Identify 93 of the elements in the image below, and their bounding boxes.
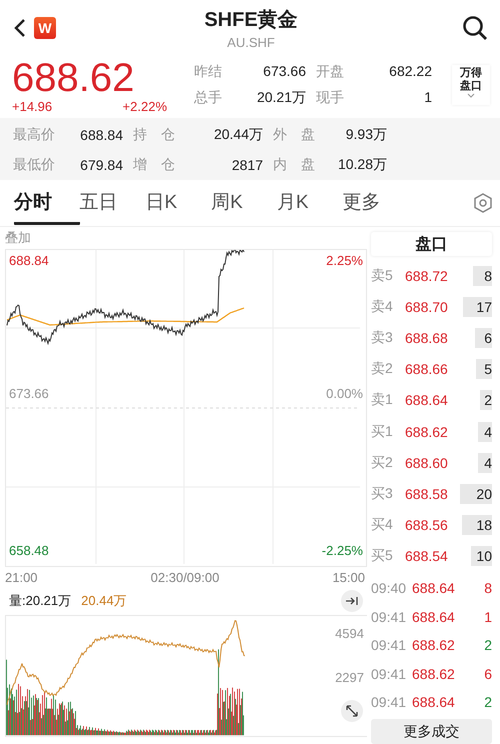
level-label: 买3 (371, 484, 394, 503)
last-price: 688.62 (12, 56, 136, 98)
axis-label: 673.66 (9, 386, 49, 401)
chart-tab[interactable]: 月K (276, 181, 343, 225)
level-price: 688.54 (405, 548, 449, 564)
volume-label: 量:20.21万 (9, 592, 72, 610)
order-panel-button[interactable]: 万得 盘口 (452, 65, 490, 105)
field-label: 现手 (316, 89, 345, 107)
level-label: 卖1 (371, 391, 394, 410)
level-volume: 10 (471, 546, 492, 566)
stat-label: 内 盘 (273, 156, 316, 174)
level-label: 买1 (371, 422, 394, 441)
price-change: +14.96 (12, 98, 52, 114)
page-title: SHFE黄金 (204, 8, 298, 33)
level-price: 688.60 (405, 454, 449, 471)
chart-tab[interactable]: 分时 (14, 181, 80, 225)
level-price: 688.68 (405, 330, 449, 346)
level-label: 买4 (371, 516, 394, 534)
field-value: 673.66 (262, 63, 306, 81)
trade-volume: 2 (483, 637, 492, 654)
level-price: 688.72 (405, 268, 449, 284)
stat-value: 10.28万 (336, 156, 387, 174)
chart-tab[interactable]: 周K (211, 181, 277, 225)
level-price: 688.64 (405, 392, 449, 408)
symbol-code: AU.SHF (227, 35, 275, 50)
level-volume: 4 (478, 452, 492, 473)
level-volume: 17 (463, 296, 492, 317)
level-label: 卖4 (371, 298, 394, 316)
level-volume: 5 (476, 359, 492, 380)
app-logo: W (34, 17, 56, 39)
change-percent: +2.22% (122, 98, 167, 114)
time-label: 21:00 (5, 570, 38, 584)
level-volume: 8 (473, 266, 492, 286)
chart-tab[interactable]: 五日 (80, 181, 146, 225)
trade-price: 688.64 (411, 694, 456, 710)
level-price: 688.70 (405, 298, 449, 315)
axis-label: 2.25% (326, 253, 363, 268)
field-label: 开盘 (316, 63, 345, 81)
chart-tab[interactable]: 日K (145, 181, 212, 225)
level-volume: 18 (462, 515, 492, 536)
more-trades-button[interactable]: 更多成交 (371, 719, 492, 744)
axis-label: 688.84 (9, 253, 49, 268)
field-value: 1 (423, 89, 432, 107)
level-price: 688.58 (405, 486, 449, 502)
trade-volume: 2 (483, 694, 492, 710)
trade-price: 688.62 (411, 637, 456, 654)
trade-time: 09:41 (371, 637, 408, 654)
stat-label: 持 仓 (133, 126, 176, 144)
stat-label: 增 仓 (133, 156, 176, 174)
trade-time: 09:41 (371, 666, 408, 682)
stat-label: 外 盘 (273, 126, 316, 144)
level-price: 688.66 (405, 361, 449, 378)
level-volume: 2 (480, 390, 492, 410)
field-value: 20.21万 (256, 89, 306, 107)
trade-price: 688.62 (411, 666, 456, 682)
stat-value: 20.44万 (212, 126, 263, 144)
axis-label: 0.00% (326, 386, 363, 401)
trade-time: 09:40 (371, 580, 408, 596)
order-book-tab[interactable]: 盘口 (371, 232, 492, 256)
stat-label: 最高价 (13, 126, 56, 144)
level-label: 卖5 (371, 266, 394, 285)
level-volume: 20 (460, 484, 492, 504)
time-label: 15:00 (332, 570, 365, 584)
stat-value: 2817 (230, 157, 263, 173)
axis-label: -2.25% (322, 543, 363, 558)
trade-volume: 1 (483, 608, 492, 625)
stat-value: 679.84 (79, 157, 123, 173)
level-label: 卖2 (371, 360, 394, 378)
stat-value: 9.93万 (344, 126, 387, 144)
trade-volume: 8 (483, 580, 492, 596)
open-interest-label: 20.44万 (81, 592, 127, 610)
level-price: 688.62 (405, 424, 449, 440)
trade-time: 09:41 (371, 608, 408, 625)
level-label: 卖3 (371, 328, 394, 347)
axis-label: 2297 (335, 670, 364, 685)
level-volume: 6 (475, 328, 492, 348)
chart-tab[interactable]: 更多 (342, 181, 408, 225)
level-label: 买5 (371, 547, 394, 566)
stat-label: 最低价 (13, 156, 56, 174)
trade-time: 09:41 (371, 694, 408, 710)
trade-price: 688.64 (411, 580, 456, 596)
axis-label: 4594 (335, 626, 364, 641)
level-label: 买2 (371, 454, 394, 472)
trade-price: 688.64 (411, 608, 456, 625)
trade-volume: 6 (483, 666, 492, 682)
level-volume: 4 (478, 422, 492, 442)
level-price: 688.56 (405, 517, 449, 534)
time-label: 02:30/09:00 (150, 570, 220, 584)
axis-label: 658.48 (9, 543, 49, 558)
field-label: 昨结 (194, 63, 223, 81)
field-label: 总手 (194, 89, 223, 107)
stat-value: 688.84 (79, 127, 123, 143)
field-value: 682.22 (388, 63, 432, 81)
